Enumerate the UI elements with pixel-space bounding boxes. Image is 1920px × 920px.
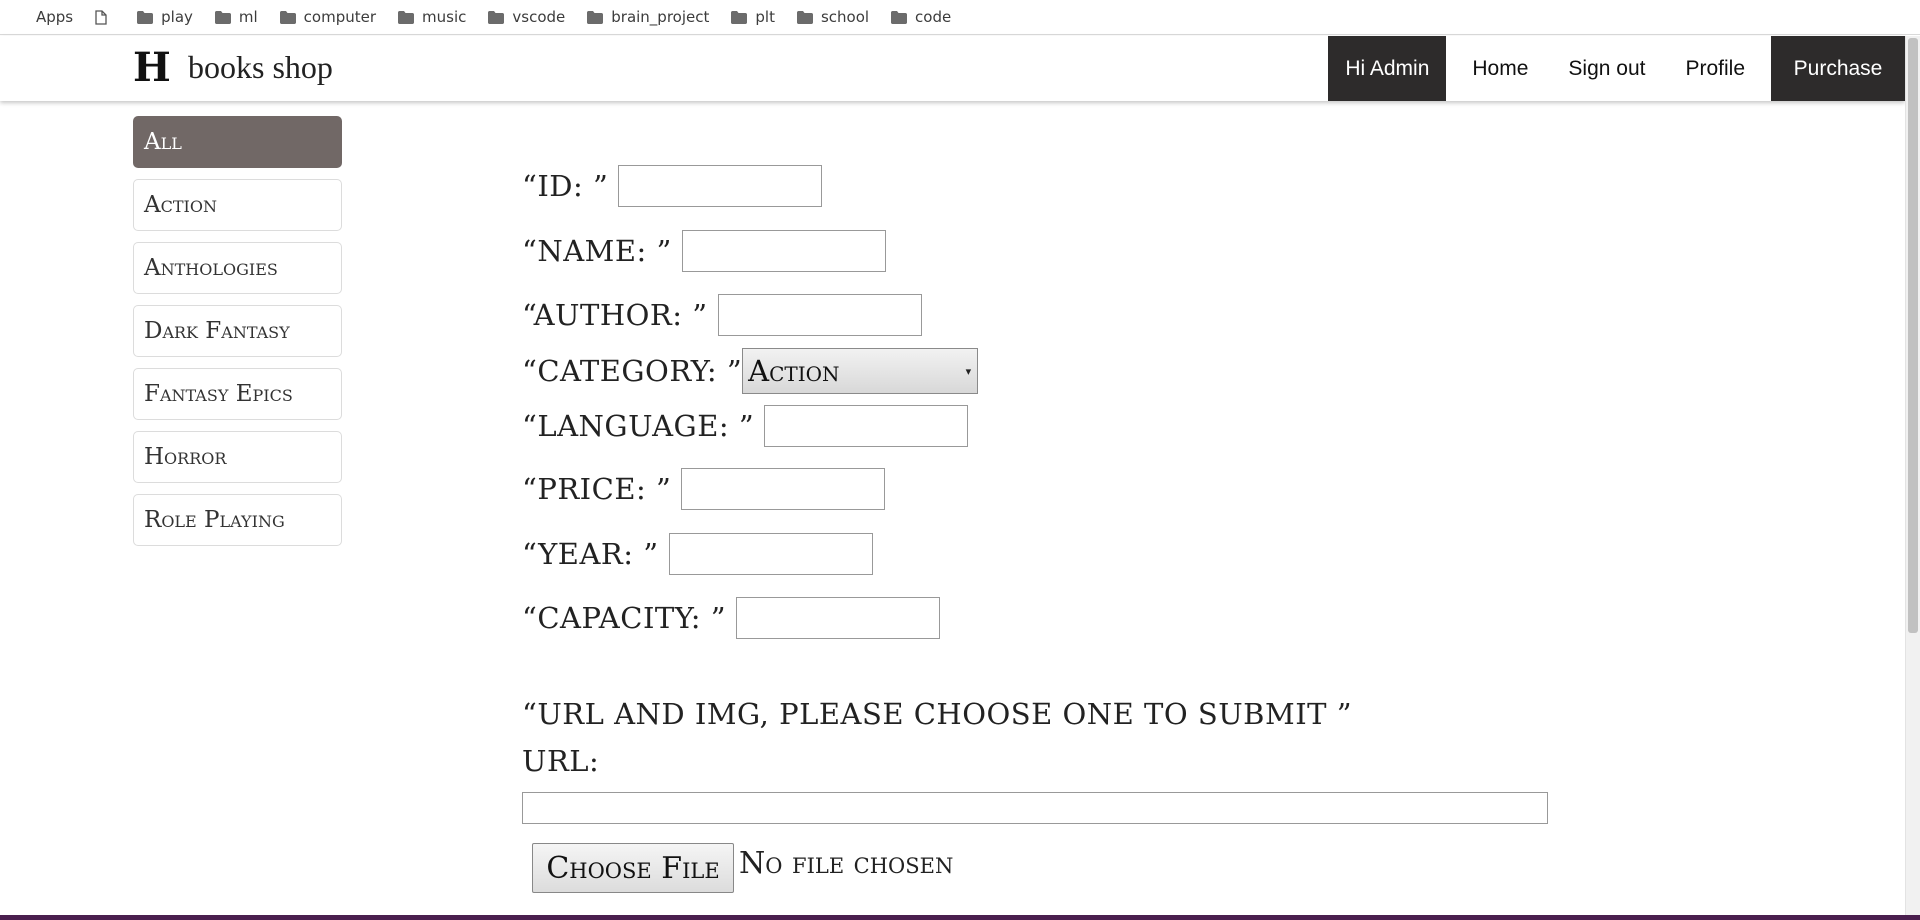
category-sidebar: All Action Anthologies Dark Fantasy Fant… (133, 116, 342, 557)
apps-grid-icon (13, 10, 28, 25)
language-row: “LANGUAGE: ” (522, 405, 969, 447)
url-img-heading: “URL AND IMG, PLEASE CHOOSE ONE TO SUBMI… (522, 697, 1353, 731)
folder-icon (137, 10, 154, 24)
id-input[interactable] (618, 165, 823, 207)
bookmark-folder-code[interactable]: code (891, 8, 951, 26)
folder-icon (398, 10, 415, 24)
language-label: “LANGUAGE: ” (522, 409, 755, 443)
year-input[interactable] (668, 533, 873, 575)
folder-icon (731, 10, 748, 24)
bookmark-label: brain_project (611, 8, 710, 26)
bookmark-folder-play[interactable]: play (137, 8, 193, 26)
category-anthologies[interactable]: Anthologies (133, 242, 342, 294)
bookmark-folder-brain-project[interactable]: brain_project (587, 8, 709, 26)
category-horror[interactable]: Horror (133, 431, 342, 483)
price-input[interactable] (681, 468, 886, 510)
price-label: “PRICE: ” (522, 472, 672, 506)
category-label: “CATEGORY: ” (522, 354, 743, 388)
nav-greeting[interactable]: Hi Admin (1328, 36, 1447, 101)
author-input[interactable] (717, 294, 922, 336)
category-all[interactable]: All (133, 116, 342, 168)
bookmark-page[interactable] (95, 9, 115, 25)
category-select[interactable]: Action ▾ (742, 348, 979, 394)
year-label: “YEAR: ” (522, 537, 659, 571)
author-label: “AUTHOR: ” (522, 298, 708, 332)
folder-icon (279, 10, 296, 24)
folder-icon (587, 10, 604, 24)
site-header: H books shop Hi Admin Home Sign out Prof… (0, 36, 1905, 101)
logo-letter[interactable]: H (133, 44, 171, 91)
category-dark-fantasy[interactable]: Dark Fantasy (133, 305, 342, 357)
capacity-row: “CAPACITY: ” (522, 597, 941, 639)
category-select-value: Action (748, 354, 840, 388)
bookmark-label: school (820, 8, 870, 26)
folder-icon (891, 10, 908, 24)
nav-sign-out[interactable]: Sign out (1548, 36, 1665, 101)
bookmark-label: ml (238, 8, 258, 26)
name-label: “NAME: ” (522, 234, 672, 268)
category-action[interactable]: Action (133, 179, 342, 231)
bookmark-label: music (422, 8, 467, 26)
category-role-playing[interactable]: Role Playing (133, 494, 342, 546)
scrollbar-thumb[interactable] (1908, 38, 1918, 633)
name-row: “NAME: ” (522, 230, 886, 272)
bookmark-folder-school[interactable]: school (796, 8, 870, 26)
folder-icon (796, 10, 813, 24)
bookmark-label: computer (303, 8, 377, 26)
window-bottom-border (0, 915, 1920, 920)
top-nav: Hi Admin Home Sign out Profile Purchase (1328, 36, 1905, 101)
bookmark-label: plt (755, 8, 775, 26)
site-title[interactable]: books shop (188, 49, 333, 86)
url-label: URL: (522, 744, 600, 778)
url-img-heading-row: “URL AND IMG, PLEASE CHOOSE ONE TO SUBMI… (522, 697, 1352, 731)
bookmark-label: vscode (512, 8, 566, 26)
bookmark-apps[interactable]: Apps (13, 8, 73, 26)
bookmark-folder-plt[interactable]: plt (731, 8, 775, 26)
category-fantasy-epics[interactable]: Fantasy Epics (133, 368, 342, 420)
id-label: “ID: ” (522, 169, 609, 203)
url-label-row: URL: (522, 744, 599, 778)
bookmark-label: Apps (36, 8, 74, 26)
language-input[interactable] (764, 405, 969, 447)
dropdown-caret-icon: ▾ (965, 364, 972, 378)
bookmarks-bar: Apps play ml computer music vscode brain… (0, 0, 1920, 35)
file-status: No file chosen (739, 846, 954, 881)
bookmark-folder-music[interactable]: music (398, 8, 466, 26)
nav-purchase[interactable]: Purchase (1771, 36, 1905, 101)
page-icon (95, 9, 107, 25)
capacity-label: “CAPACITY: ” (522, 601, 727, 635)
nav-home[interactable]: Home (1452, 36, 1548, 101)
folder-icon (214, 10, 231, 24)
price-row: “PRICE: ” (522, 468, 886, 510)
url-input[interactable] (522, 792, 1548, 824)
folder-icon (488, 10, 505, 24)
bookmark-label: code (915, 8, 952, 26)
capacity-input[interactable] (736, 597, 941, 639)
bookmark-folder-ml[interactable]: ml (214, 8, 258, 26)
category-row: “CATEGORY: ” Action ▾ (522, 348, 979, 394)
nav-profile[interactable]: Profile (1665, 36, 1765, 101)
author-row: “AUTHOR: ” (522, 294, 922, 336)
bookmark-folder-vscode[interactable]: vscode (488, 8, 565, 26)
id-row: “ID: ” (522, 165, 823, 207)
choose-file-button[interactable]: Choose File (532, 843, 734, 893)
bookmark-folder-computer[interactable]: computer (279, 8, 377, 26)
name-input[interactable] (681, 230, 886, 272)
year-row: “YEAR: ” (522, 533, 873, 575)
bookmark-label: play (161, 8, 193, 26)
